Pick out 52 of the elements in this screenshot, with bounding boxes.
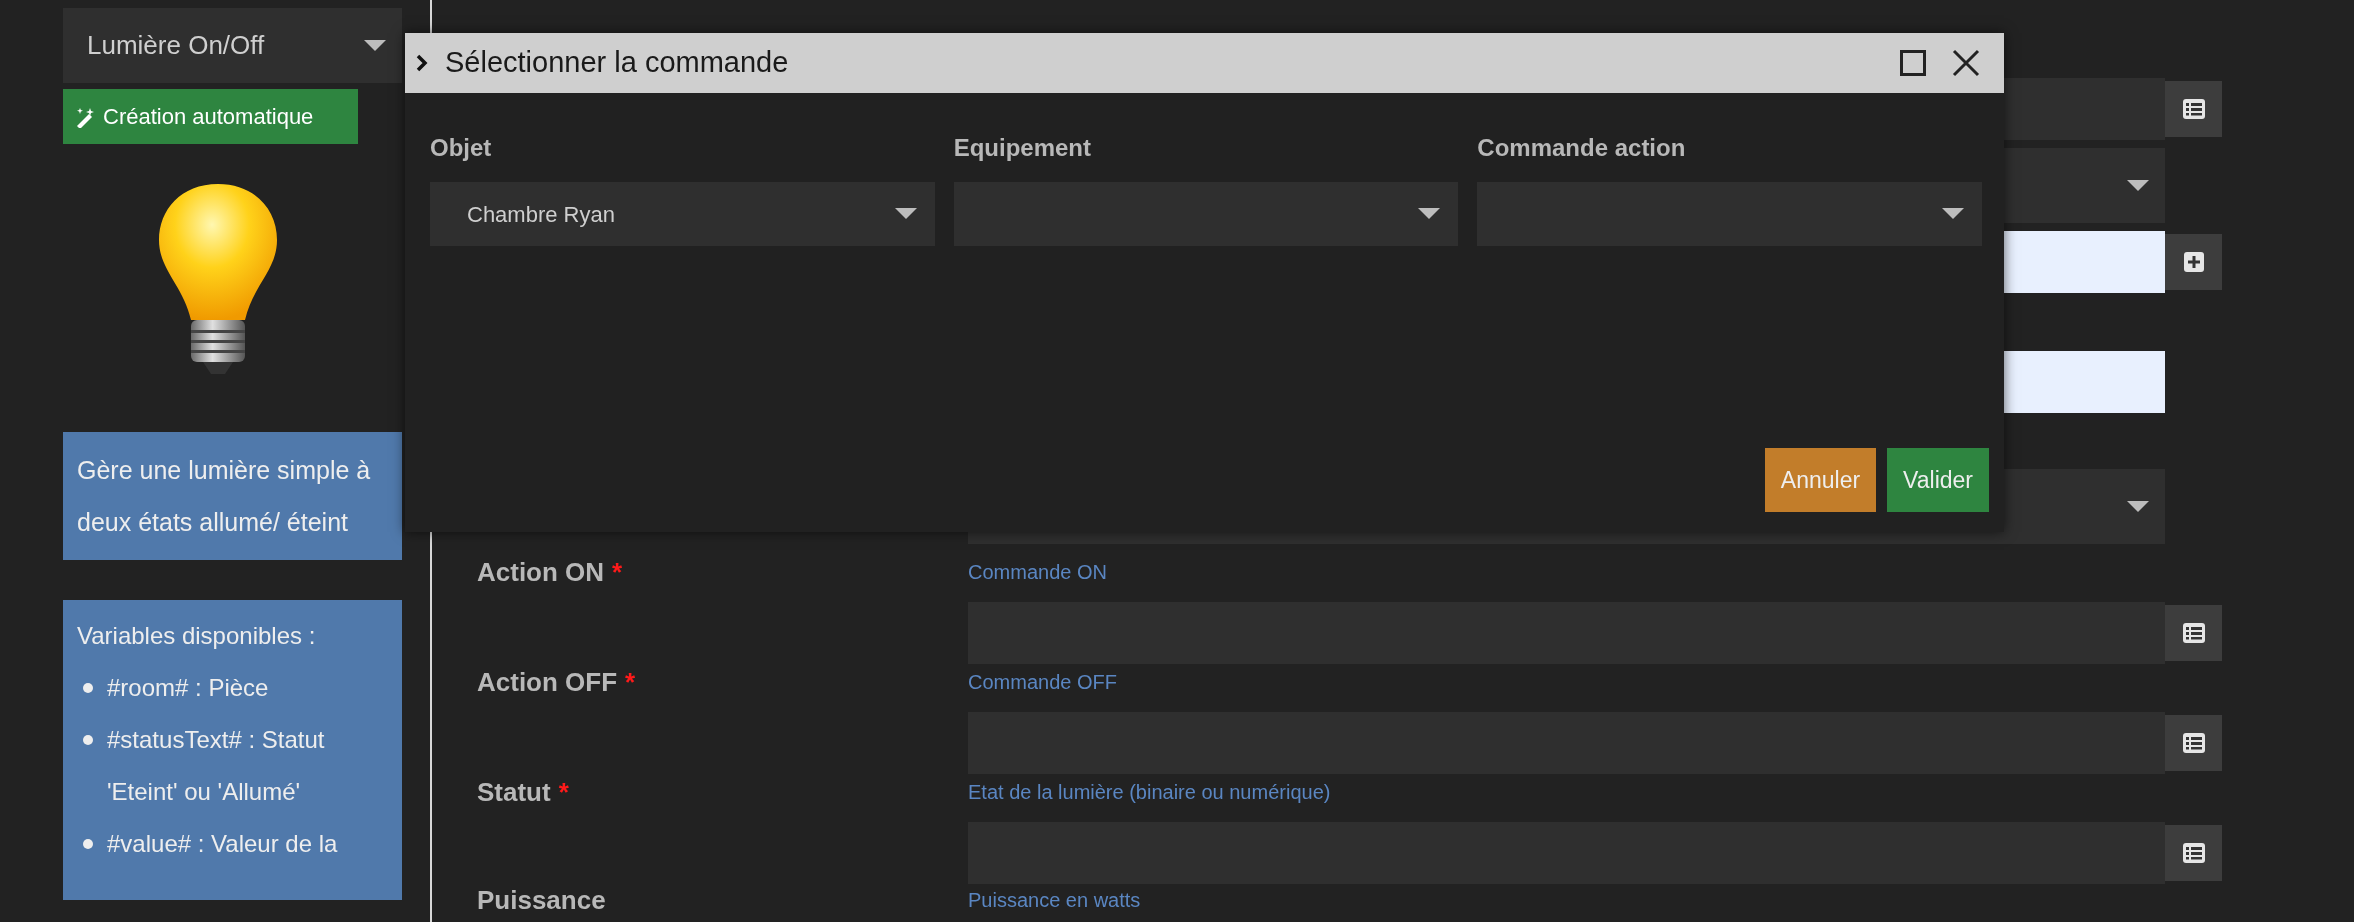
list-icon (2182, 623, 2205, 643)
list-icon (2182, 99, 2205, 119)
variables-title: Variables disponibles : (77, 621, 317, 651)
required-mark: * (558, 778, 569, 806)
chevron-right-icon (415, 53, 429, 73)
help-text: Commande ON (968, 560, 1107, 585)
required-mark: * (625, 668, 636, 696)
select-field[interactable] (1477, 182, 1982, 246)
bullet-icon (83, 683, 93, 693)
list-button[interactable] (2165, 715, 2222, 771)
input-field[interactable] (968, 712, 2165, 774)
field-label: Action OFF (477, 668, 618, 696)
description-text: Gère une lumière simple à deux états allumé/ éteint (77, 455, 372, 538)
maximize-icon[interactable] (1900, 50, 1926, 76)
cancel-button[interactable]: Annuler (1764, 448, 1877, 512)
variable-text: #room# : Pièce (107, 673, 269, 703)
add-button[interactable] (2165, 234, 2222, 290)
dialog-title: Sélectionner la commande (445, 45, 790, 81)
caret-icon (2127, 179, 2149, 192)
field-label: Puissance (477, 886, 606, 914)
required-mark: * (612, 558, 623, 586)
list-icon (2182, 843, 2205, 863)
caret-icon (894, 208, 917, 220)
bullet-icon (83, 735, 93, 745)
plus-icon (2183, 252, 2204, 272)
variable-text: #statusText# : Statut 'Eteint' ou 'Allumé' (107, 725, 326, 807)
list-button[interactable] (2165, 81, 2222, 137)
close-icon[interactable] (1952, 49, 1980, 77)
help-text: Puissance en watts (968, 888, 1141, 913)
list-icon (2182, 733, 2205, 753)
select-field[interactable] (953, 182, 1459, 246)
input-field[interactable] (968, 602, 2165, 664)
select-field[interactable]: Chambre Ryan (430, 182, 935, 246)
field-label: Commande action (1477, 133, 1686, 163)
template-select[interactable]: Lumière On/Off (63, 8, 402, 83)
confirm-button[interactable]: Valider (1887, 448, 1989, 512)
caret-icon (1942, 208, 1964, 220)
field-label: Equipement (953, 133, 1091, 163)
caret-icon (1418, 208, 1441, 220)
variable-text: #value# : Valeur de la (107, 829, 338, 859)
field-label: Action ON (477, 558, 605, 586)
help-text: Etat de la lumière (binaire ou numérique) (968, 780, 1331, 805)
field-label: Statut (477, 778, 551, 806)
caret-icon (364, 39, 386, 52)
caret-icon (2127, 500, 2149, 513)
field-label: Objet (430, 133, 492, 163)
list-button[interactable] (2165, 605, 2222, 661)
bullet-icon (83, 839, 93, 849)
auto-create-button[interactable]: Création automatique (63, 89, 358, 144)
help-text: Commande OFF (968, 670, 1117, 695)
input-field[interactable] (968, 822, 2165, 884)
list-button[interactable] (2165, 825, 2222, 881)
